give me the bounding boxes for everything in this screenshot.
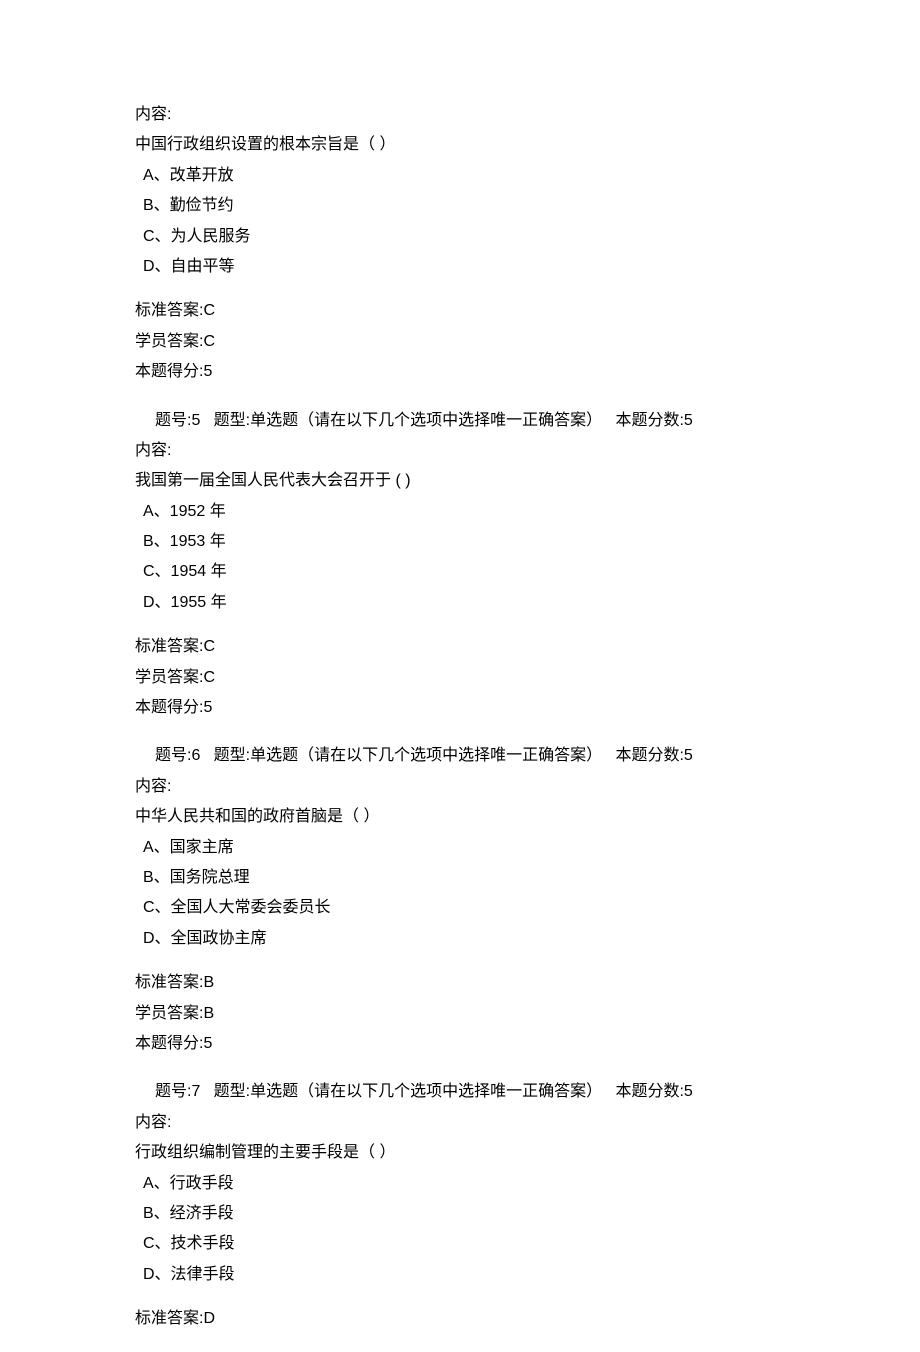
option-a: A、1952 年 — [143, 497, 785, 527]
answer-section: 标准答案:C 学员答案:C 本题得分:5 — [135, 632, 785, 723]
option-d: D、法律手段 — [143, 1260, 785, 1290]
option-a: A、行政手段 — [143, 1169, 785, 1199]
question-header: 题号:5 题型:单选题（请在以下几个选项中选择唯一正确答案） 本题分数:5 — [135, 406, 785, 436]
option-a: A、改革开放 — [143, 161, 785, 191]
answer-section: 标准答案:B 学员答案:B 本题得分:5 — [135, 968, 785, 1059]
question-score: 本题得分:5 — [135, 357, 785, 387]
question-block-4: 题号:7 题型:单选题（请在以下几个选项中选择唯一正确答案） 本题分数:5 内容… — [135, 1077, 785, 1334]
student-answer: 学员答案:C — [135, 327, 785, 357]
question-stem: 行政组织编制管理的主要手段是（ ） — [135, 1138, 785, 1168]
option-d: D、自由平等 — [143, 252, 785, 282]
options-list: A、国家主席 B、国务院总理 C、全国人大常委会委员长 D、全国政协主席 — [135, 833, 785, 955]
option-b: B、经济手段 — [143, 1199, 785, 1229]
option-d: D、1955 年 — [143, 588, 785, 618]
question-block-2: 题号:5 题型:单选题（请在以下几个选项中选择唯一正确答案） 本题分数:5 内容… — [135, 406, 785, 724]
question-stem: 中国行政组织设置的根本宗旨是（ ） — [135, 130, 785, 160]
question-header: 题号:6 题型:单选题（请在以下几个选项中选择唯一正确答案） 本题分数:5 — [135, 741, 785, 771]
question-score: 本题得分:5 — [135, 693, 785, 723]
question-block-1: 内容: 中国行政组织设置的根本宗旨是（ ） A、改革开放 B、勤俭节约 C、为人… — [135, 100, 785, 388]
option-c: C、技术手段 — [143, 1229, 785, 1259]
option-b: B、1953 年 — [143, 527, 785, 557]
answer-section: 标准答案:D — [135, 1304, 785, 1334]
question-stem: 中华人民共和国的政府首脑是（ ） — [135, 802, 785, 832]
question-score: 本题得分:5 — [135, 1029, 785, 1059]
standard-answer: 标准答案:B — [135, 968, 785, 998]
student-answer: 学员答案:C — [135, 663, 785, 693]
option-b: B、勤俭节约 — [143, 191, 785, 221]
question-block-3: 题号:6 题型:单选题（请在以下几个选项中选择唯一正确答案） 本题分数:5 内容… — [135, 741, 785, 1059]
content-label: 内容: — [135, 100, 785, 130]
content-label: 内容: — [135, 772, 785, 802]
options-list: A、改革开放 B、勤俭节约 C、为人民服务 D、自由平等 — [135, 161, 785, 283]
student-answer: 学员答案:B — [135, 999, 785, 1029]
option-c: C、1954 年 — [143, 557, 785, 587]
option-c: C、为人民服务 — [143, 222, 785, 252]
option-a: A、国家主席 — [143, 833, 785, 863]
content-label: 内容: — [135, 1108, 785, 1138]
option-d: D、全国政协主席 — [143, 924, 785, 954]
standard-answer: 标准答案:D — [135, 1304, 785, 1334]
option-c: C、全国人大常委会委员长 — [143, 893, 785, 923]
answer-section: 标准答案:C 学员答案:C 本题得分:5 — [135, 296, 785, 387]
question-header: 题号:7 题型:单选题（请在以下几个选项中选择唯一正确答案） 本题分数:5 — [135, 1077, 785, 1107]
question-stem: 我国第一届全国人民代表大会召开于 ( ) — [135, 466, 785, 496]
content-label: 内容: — [135, 436, 785, 466]
options-list: A、行政手段 B、经济手段 C、技术手段 D、法律手段 — [135, 1169, 785, 1291]
option-b: B、国务院总理 — [143, 863, 785, 893]
options-list: A、1952 年 B、1953 年 C、1954 年 D、1955 年 — [135, 497, 785, 619]
standard-answer: 标准答案:C — [135, 632, 785, 662]
standard-answer: 标准答案:C — [135, 296, 785, 326]
